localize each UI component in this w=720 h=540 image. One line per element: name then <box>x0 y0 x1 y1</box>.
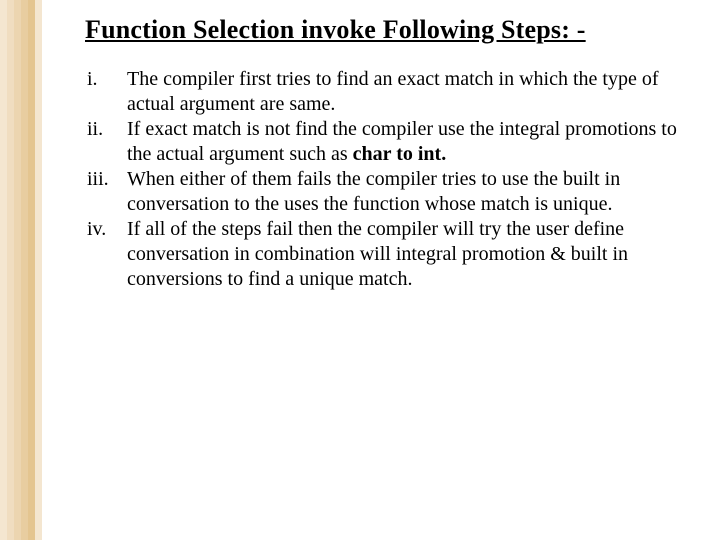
slide-content: Function Selection invoke Following Step… <box>85 14 700 292</box>
list-marker: iii. <box>85 167 127 217</box>
list-item-text: The compiler first tries to find an exac… <box>127 67 700 117</box>
ordered-list: i. The compiler first tries to find an e… <box>85 67 700 292</box>
list-item: i. The compiler first tries to find an e… <box>85 67 700 117</box>
page-title: Function Selection invoke Following Step… <box>85 14 700 45</box>
bold-phrase: char to int. <box>353 143 447 165</box>
list-marker: i. <box>85 67 127 117</box>
stripe <box>0 0 7 540</box>
stripe <box>21 0 28 540</box>
list-item-text: If all of the steps fail then the compil… <box>127 217 700 292</box>
stripe <box>28 0 35 540</box>
stripe <box>7 0 14 540</box>
list-item: iii. When either of them fails the compi… <box>85 167 700 217</box>
decorative-left-band <box>0 0 42 540</box>
list-item-text: When either of them fails the compiler t… <box>127 167 700 217</box>
list-item-text: If exact match is not find the compiler … <box>127 117 700 167</box>
list-item: ii. If exact match is not find the compi… <box>85 117 700 167</box>
list-marker: iv. <box>85 217 127 292</box>
list-item: iv. If all of the steps fail then the co… <box>85 217 700 292</box>
list-marker: ii. <box>85 117 127 167</box>
stripe <box>14 0 21 540</box>
stripe <box>35 0 42 540</box>
